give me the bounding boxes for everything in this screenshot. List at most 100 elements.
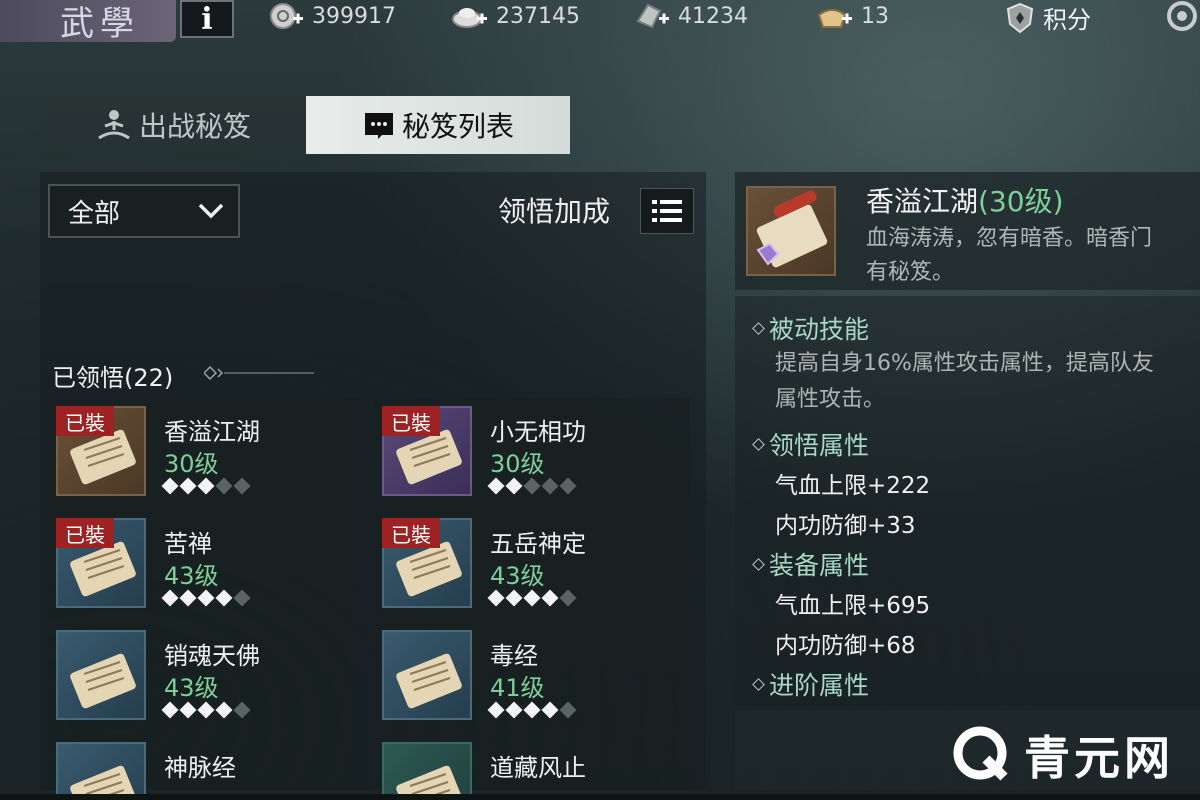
passive-skill-heading: 被动技能 [752,310,870,346]
manual-level: 30级 [490,450,545,478]
manual-level: 30级 [164,450,219,478]
manual-card[interactable]: 已裝 小无相功 30级 [374,398,690,508]
diamond-bullet-icon [752,321,765,335]
manual-level: 41级 [490,674,545,702]
equipped-badge: 已裝 [382,406,440,436]
manual-name: 香溢江湖 [164,418,260,446]
equip-attr-heading: 装备属性 [752,546,869,582]
star-rating [161,477,251,495]
ingot-value: 13 [861,3,889,29]
star-filled-icon [161,477,179,495]
passive-line-2: 属性攻击。 [775,387,886,412]
passive-line-1: 提高自身16%属性攻击属性，提高队友 [775,351,1154,376]
star-rating [161,589,251,607]
detail-scroll-thumb [746,186,836,276]
jade-value: 41234 [678,3,748,29]
manual-card[interactable]: 已裝 苦禅 43级 [48,510,364,620]
shield-icon [1006,2,1034,33]
manual-level: 43级 [490,562,545,590]
score-button[interactable]: 积分 [1005,0,1091,35]
star-filled-icon [523,701,541,719]
passive-skill-title: 被动技能 [769,315,870,344]
star-filled-icon [541,589,559,607]
detail-level: (30级) [978,185,1064,218]
manual-name: 道藏风止 [490,754,586,782]
manual-name: 苦禅 [164,530,212,558]
star-rating [487,701,577,719]
star-filled-icon [505,701,523,719]
filter-value: 全部 [68,198,121,229]
resource-silver[interactable]: 237145 [450,0,580,32]
tab-manual-list[interactable]: 秘笈列表 [306,96,570,154]
star-empty-icon [559,589,577,607]
star-filled-icon [197,701,215,719]
star-filled-icon [179,701,197,719]
star-rating [161,701,251,719]
title-tab: 武學 [0,0,176,44]
manual-name: 神脉经 [164,754,236,782]
manual-name: 五岳神定 [490,530,586,558]
screen-edge [0,794,1200,800]
resource-coin[interactable]: 399917 [266,0,396,32]
insight-attr-heading: 领悟属性 [752,426,870,462]
page-title: 武學 [60,4,140,44]
star-filled-icon [179,477,197,495]
star-filled-icon [487,477,505,495]
scroll-icon [70,653,136,709]
equip-stat-def: 内功防御+68 [775,633,916,659]
star-filled-icon [523,589,541,607]
divider-ornament-icon [204,365,314,381]
detail-name: 香溢江湖 [866,185,979,218]
meditate-icon [98,110,130,140]
diamond-bullet-icon [752,437,765,451]
star-empty-icon [233,589,251,607]
detail-desc-line-2: 有秘笈。 [866,260,955,285]
silver-plus-icon [452,8,487,28]
scroll-icon [70,765,136,800]
detail-desc-line-1: 血海涛涛，忽有暗香。暗香门 [866,226,1153,251]
q-logo-icon [953,726,1008,781]
resource-ingot[interactable]: 13 [815,0,889,32]
equipped-badge: 已裝 [56,406,114,436]
book-icon [364,113,393,139]
coin-plus-icon [270,3,303,29]
manual-card[interactable]: 已裝 香溢江湖 30级 [48,398,364,508]
tab-list-label: 秘笈列表 [401,110,514,143]
advance-attr-heading: 进阶属性 [752,666,869,702]
scroll-icon [396,765,462,800]
star-empty-icon [233,477,251,495]
star-filled-icon [487,589,505,607]
manual-level: 43级 [164,674,219,702]
manual-card[interactable]: 毒经 41级 [374,622,690,732]
manual-name: 毒经 [490,642,538,670]
detail-title: 香溢江湖(30级) [866,180,1064,220]
silver-value: 237145 [496,3,580,29]
manual-card[interactable]: 销魂天佛 43级 [48,622,364,732]
settings-icon[interactable] [1160,0,1200,34]
tab-battle-label: 出战秘笈 [138,110,251,143]
diamond-bullet-icon [752,557,765,571]
chevron-down-icon [198,203,224,219]
insight-attr-title: 领悟属性 [769,431,870,460]
resource-jade[interactable]: 41234 [632,0,748,32]
equipped-badge: 已裝 [56,518,114,548]
star-rating [487,589,577,607]
filter-dropdown[interactable]: 全部 [48,184,240,238]
manual-card[interactable]: 已裝 五岳神定 43级 [374,510,690,620]
watermark: 青元网 [950,722,1174,788]
insight-stat-def: 内功防御+33 [775,513,916,539]
manual-card[interactable]: 神脉经 [48,734,364,800]
manual-card[interactable]: 道藏风止 [374,734,690,800]
info-button[interactable]: i [180,0,234,38]
star-empty-icon [559,701,577,719]
scroll-icon [756,190,828,268]
tab-battle-manuals[interactable]: 出战秘笈 [41,96,305,154]
equip-stat-hp: 气血上限+695 [775,593,931,619]
manual-thumbnail [56,742,146,800]
jade-plus-icon [636,3,669,29]
list-view-button[interactable] [640,188,694,234]
star-filled-icon [487,701,505,719]
star-filled-icon [541,701,559,719]
coin-value: 399917 [312,3,396,29]
star-filled-icon [215,589,233,607]
